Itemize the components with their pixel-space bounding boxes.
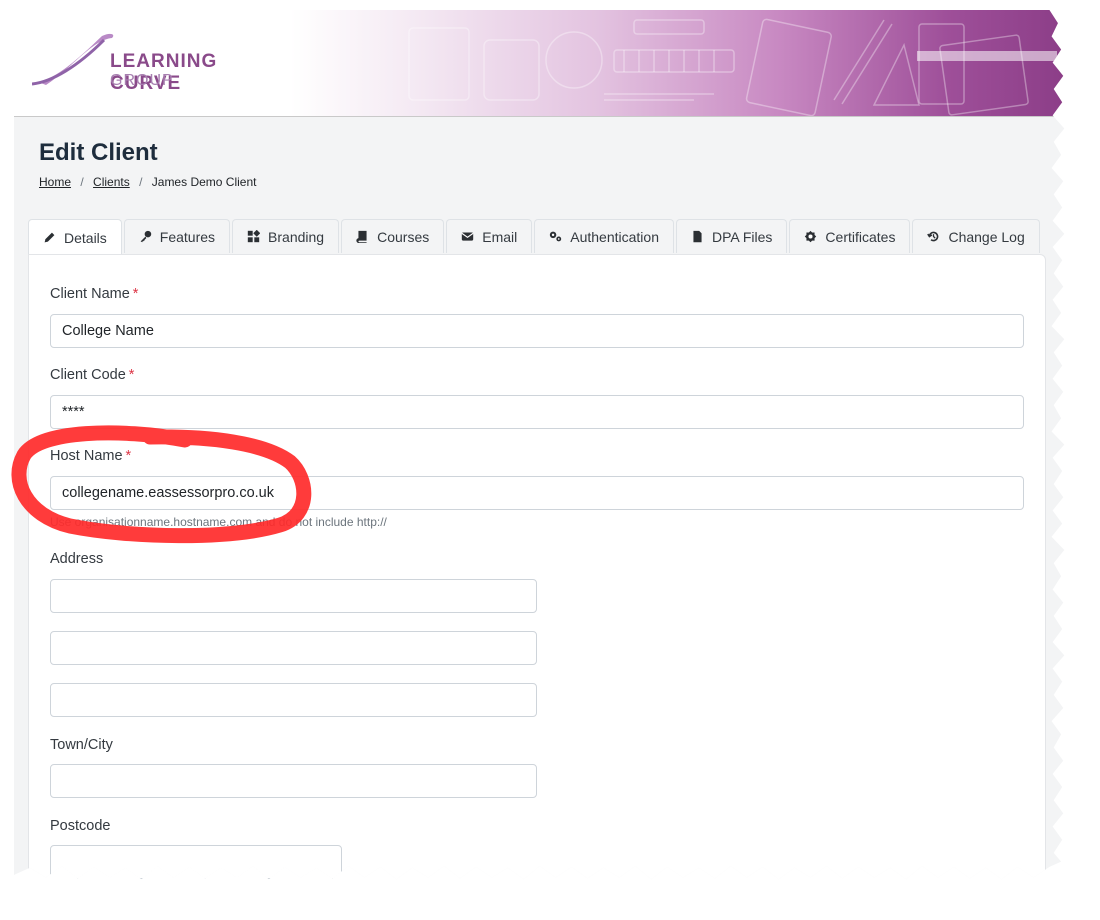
- tab-dpa-files[interactable]: DPA Files: [675, 219, 788, 253]
- client-name-input[interactable]: [50, 314, 1024, 348]
- host-name-label: Host Name *: [50, 448, 131, 464]
- breadcrumb-separator: /: [139, 175, 143, 189]
- site-header: LEARNING CURVE GROUP: [14, 10, 1065, 117]
- breadcrumb-clients-link[interactable]: Clients: [93, 175, 130, 189]
- tab-label: Branding: [268, 228, 325, 245]
- address-line2-input[interactable]: [50, 631, 537, 665]
- tab-label: Features: [159, 228, 216, 245]
- client-code-label-text: Client Code: [50, 367, 126, 383]
- history-icon: [927, 231, 939, 242]
- envelope-icon: [461, 232, 474, 241]
- tab-label: DPA Files: [711, 228, 773, 245]
- tab-label: Courses: [377, 228, 430, 245]
- gears-icon: [550, 231, 562, 242]
- tab-email[interactable]: Email: [446, 219, 533, 253]
- details-panel: Client Name* Client Code* Host Name* Use…: [28, 254, 1046, 880]
- breadcrumb-separator: /: [80, 175, 84, 189]
- tab-details[interactable]: Details: [28, 219, 122, 255]
- client-tabs: Details Features Branding Courses Email …: [28, 219, 1042, 255]
- tab-courses[interactable]: Courses: [341, 219, 445, 253]
- tab-label: Details: [64, 229, 107, 246]
- tab-branding[interactable]: Branding: [232, 219, 340, 253]
- required-marker: *: [132, 286, 139, 302]
- palette-icon: [247, 230, 261, 243]
- tab-certificates[interactable]: Certificates: [789, 219, 911, 253]
- tab-label: Email: [482, 228, 518, 245]
- breadcrumb: Home / Clients / James Demo Client: [39, 175, 256, 189]
- town-city-label: Town/City: [50, 737, 113, 753]
- host-name-help-text: Use organisationname.hostname.com and do…: [50, 515, 387, 529]
- breadcrumb-current: James Demo Client: [151, 175, 257, 189]
- tab-label: Authentication: [570, 228, 659, 245]
- postcode-input[interactable]: [50, 845, 342, 879]
- pencil-icon: [44, 232, 55, 243]
- key-icon: [140, 230, 151, 243]
- screenshot-frame: LEARNING CURVE GROUP Edit Client Home / …: [14, 10, 1065, 880]
- tab-label: Change Log: [948, 228, 1025, 245]
- tab-authentication[interactable]: Authentication: [534, 219, 674, 253]
- logo-swoosh-icon: [31, 33, 114, 86]
- client-code-label: Client Code *: [50, 367, 134, 383]
- tab-features[interactable]: Features: [123, 219, 231, 253]
- breadcrumb-home-link[interactable]: Home: [39, 175, 71, 189]
- host-name-input[interactable]: [50, 476, 1024, 510]
- file-icon: [693, 230, 702, 243]
- host-name-label-text: Host Name: [50, 448, 123, 464]
- client-name-label: Client Name *: [50, 286, 138, 302]
- company-logo[interactable]: LEARNING CURVE GROUP: [31, 30, 292, 100]
- client-name-label-text: Client Name: [50, 286, 130, 302]
- tab-change-log[interactable]: Change Log: [912, 219, 1040, 253]
- address-line1-input[interactable]: [50, 579, 537, 613]
- town-city-input[interactable]: [50, 764, 537, 798]
- required-marker: *: [128, 367, 135, 383]
- page-title: Edit Client: [39, 139, 158, 166]
- book-icon: [356, 230, 367, 243]
- postcode-label: Postcode: [50, 818, 111, 834]
- tab-label: Certificates: [825, 228, 896, 245]
- required-marker: *: [125, 448, 132, 464]
- logo-wordmark-line2: GROUP: [110, 72, 174, 89]
- address-label: Address: [50, 551, 104, 567]
- address-line3-input[interactable]: [50, 683, 537, 717]
- certificate-icon: [805, 230, 817, 243]
- client-code-input[interactable]: [50, 395, 1024, 429]
